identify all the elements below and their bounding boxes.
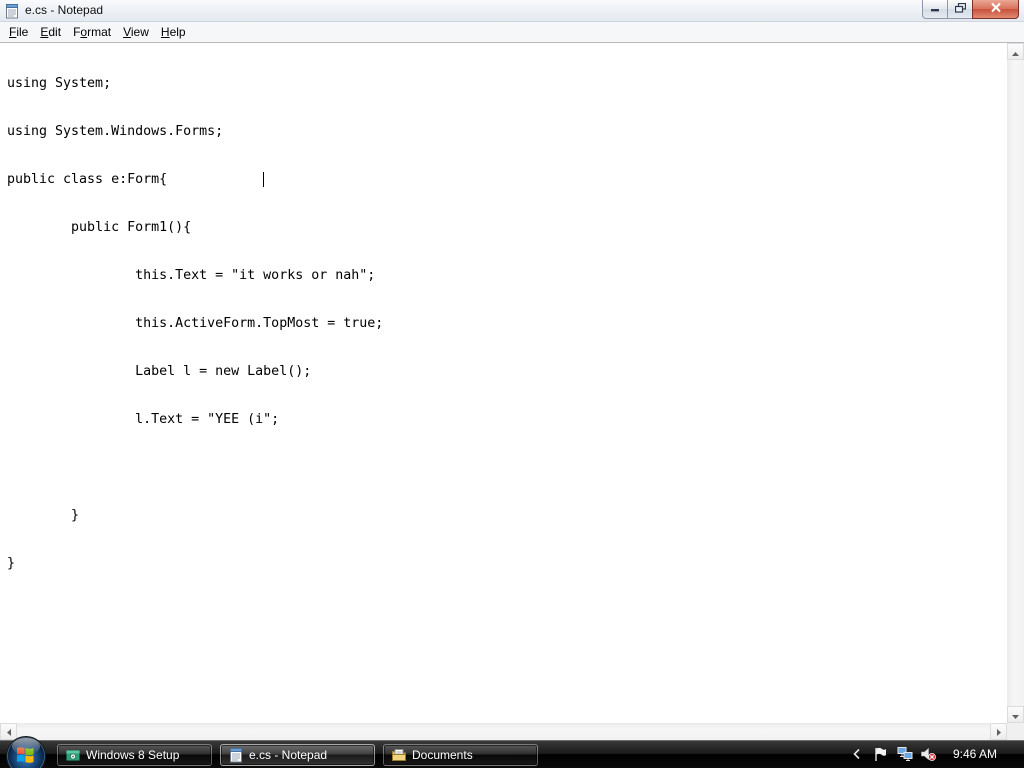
menu-edit[interactable]: Edit [34,22,67,42]
windows-orb-icon [6,736,46,768]
taskbar-button-label: Windows 8 Setup [86,748,180,762]
scroll-up-button[interactable] [1007,43,1024,60]
taskbar-button-windows-8-setup[interactable]: Windows 8 Setup [57,744,212,766]
restore-icon [954,0,966,18]
menu-file[interactable]: File [3,22,34,42]
window-title: e.cs - Notepad [25,3,104,17]
close-button[interactable] [972,0,1019,19]
code-text[interactable]: using System; using System.Windows.Forms… [7,45,383,603]
menu-bar: File Edit Format View Help [0,22,1024,43]
menu-format[interactable]: Format [67,22,117,42]
code-line[interactable]: } [7,555,383,573]
arrow-down-icon [1012,706,1019,724]
resize-grip[interactable] [1007,723,1024,740]
notepad-icon [228,747,244,763]
minimize-icon [930,0,940,18]
text-caret [263,172,264,187]
scroll-right-button[interactable] [990,723,1007,740]
taskbar: Windows 8 Setup e.cs - Notepad Documents… [0,736,1024,768]
code-line[interactable]: public class e:Form{ [7,171,383,189]
code-line[interactable]: this.ActiveForm.TopMost = true; [7,315,383,333]
code-line[interactable]: this.Text = "it works or nah"; [7,267,383,285]
setup-icon [65,747,81,763]
taskbar-button-documents[interactable]: Documents [383,744,538,766]
taskbar-button-label: Documents [412,748,473,762]
arrow-right-icon [996,723,1001,741]
taskbar-button-label: e.cs - Notepad [249,748,328,762]
restore-button[interactable] [947,0,973,19]
vertical-scrollbar[interactable] [1007,43,1024,723]
network-icon[interactable] [897,746,913,762]
code-line[interactable]: using System.Windows.Forms; [7,123,383,141]
volume-muted-icon[interactable] [920,746,936,762]
minimize-button[interactable] [922,0,948,19]
menu-view[interactable]: View [117,22,155,42]
code-line[interactable]: Label l = new Label(); [7,363,383,381]
notepad-icon[interactable] [4,3,20,19]
code-line[interactable] [7,459,383,477]
text-editor[interactable]: using System; using System.Windows.Forms… [0,43,1007,723]
taskbar-button-notepad[interactable]: e.cs - Notepad [220,744,375,766]
documents-icon [391,747,407,763]
arrow-up-icon [1012,43,1019,61]
close-icon [990,0,1002,18]
code-line[interactable]: using System; [7,75,383,93]
code-line[interactable]: } [7,507,383,525]
code-line[interactable]: l.Text = "YEE (i"; [7,411,383,429]
taskbar-clock[interactable]: 9:46 AM [953,740,997,768]
start-button[interactable] [4,736,48,768]
horizontal-scrollbar[interactable] [0,723,1007,740]
code-line[interactable]: public Form1(){ [7,219,383,237]
title-bar[interactable]: e.cs - Notepad [0,0,1024,22]
scroll-down-button[interactable] [1007,706,1024,723]
menu-help[interactable]: Help [155,22,192,42]
show-hidden-icons-chevron-icon[interactable] [851,746,863,762]
action-center-flag-icon[interactable] [873,746,887,762]
